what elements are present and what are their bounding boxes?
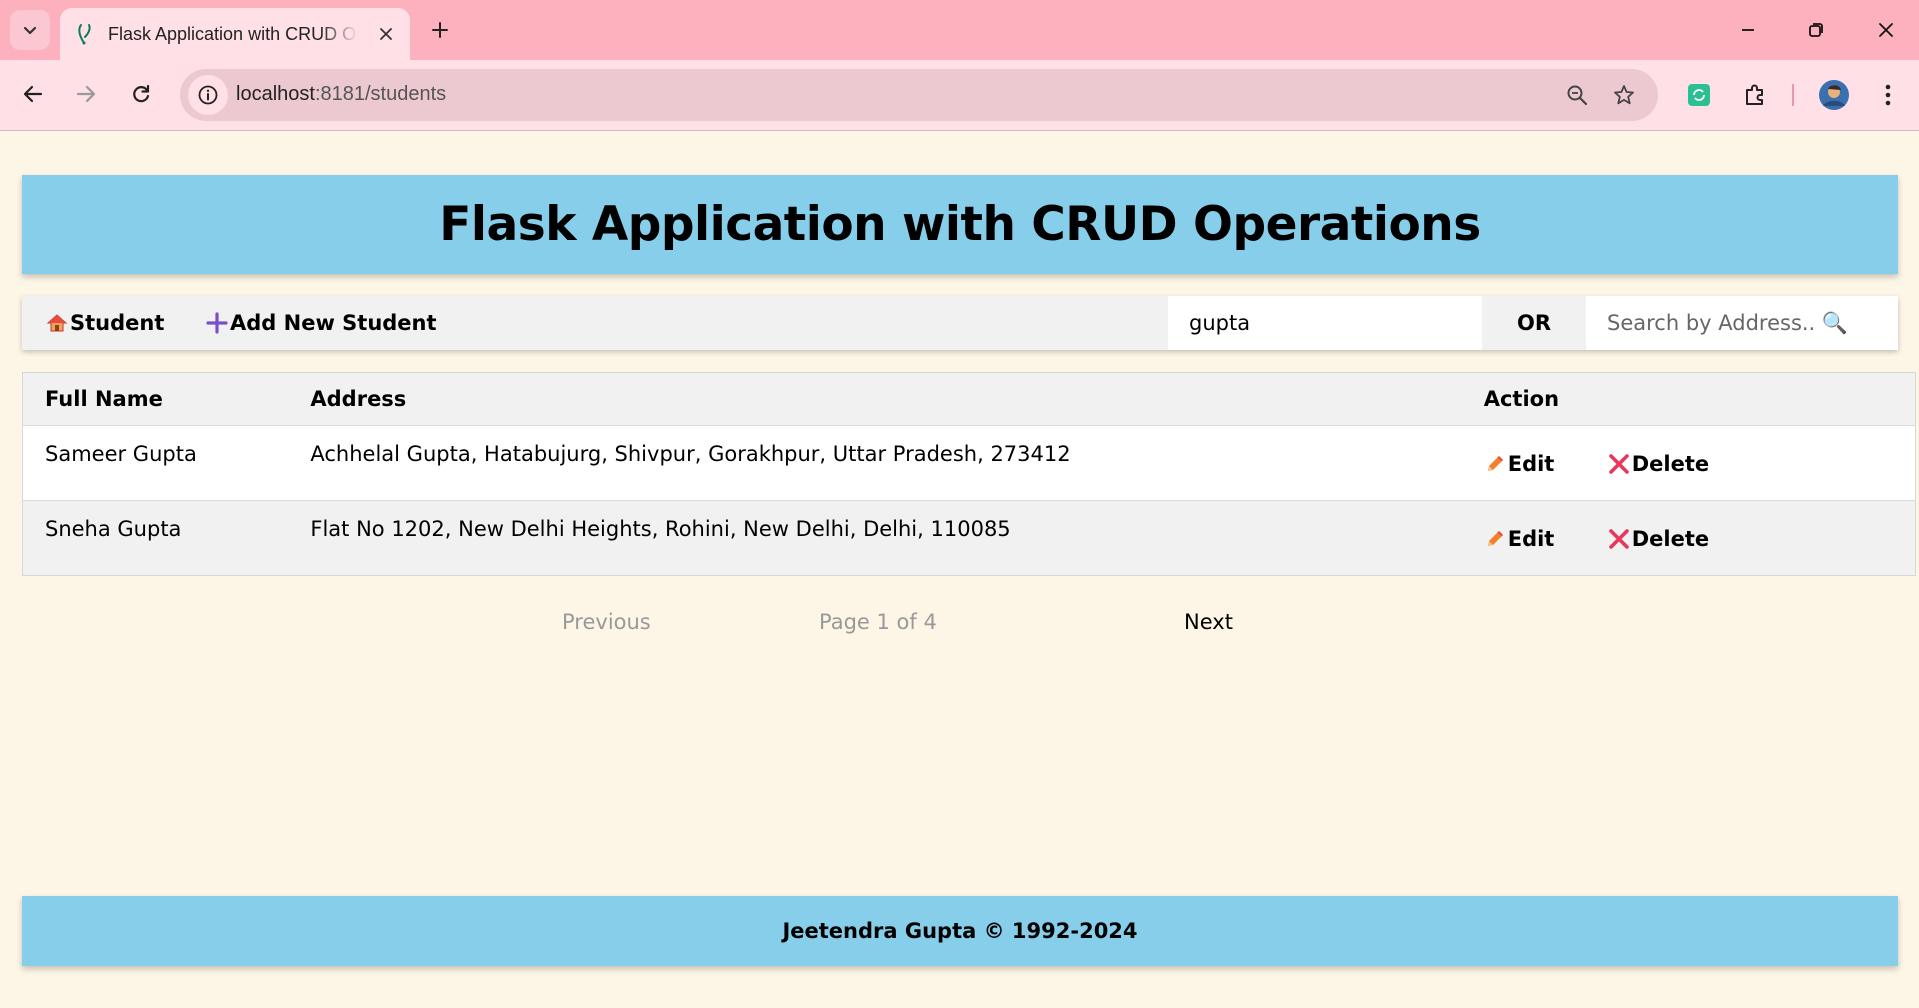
address-bar[interactable]: localhost:8181/students xyxy=(180,69,1658,121)
edit-button[interactable]: Edit xyxy=(1484,527,1555,551)
reload-button[interactable] xyxy=(121,74,161,114)
delete-label: Delete xyxy=(1631,527,1710,551)
delete-button[interactable]: Delete xyxy=(1608,527,1709,551)
page-title: Flask Application with CRUD Operations xyxy=(439,197,1481,252)
pencil-icon xyxy=(1484,453,1506,475)
minimize-icon xyxy=(1742,29,1754,31)
edit-button[interactable]: Edit xyxy=(1484,452,1555,476)
action-cell: Edit Delete xyxy=(1461,425,1916,501)
or-label: OR xyxy=(1516,311,1552,335)
table-row: Sameer Gupta Achhelal Gupta, Hatabujurg,… xyxy=(22,425,1916,501)
restore-button[interactable] xyxy=(1788,8,1844,52)
browser-tab-active[interactable]: Flask Application with CRUD Operations xyxy=(60,8,410,60)
column-header-action: Action xyxy=(1461,372,1916,426)
site-info-button[interactable] xyxy=(188,75,228,115)
zoom-icon[interactable] xyxy=(1561,79,1593,111)
extension-sync-icon[interactable] xyxy=(1681,77,1717,113)
edit-label: Edit xyxy=(1507,452,1555,476)
edit-label: Edit xyxy=(1507,527,1555,551)
tab-close-icon[interactable] xyxy=(374,22,398,46)
cross-mark-icon xyxy=(1608,453,1630,475)
url-text[interactable]: localhost:8181/students xyxy=(236,83,446,106)
search-address-input[interactable] xyxy=(1586,296,1898,350)
minimize-button[interactable] xyxy=(1720,8,1776,52)
tab-title: Flask Application with CRUD Operations xyxy=(108,23,358,44)
action-cell: Edit Delete xyxy=(1461,500,1916,576)
house-icon xyxy=(46,312,68,334)
pencil-icon xyxy=(1484,528,1506,550)
footer-text: Jeetendra Gupta © 1992-2024 xyxy=(782,919,1138,943)
menu-kebab-icon[interactable] xyxy=(1870,77,1906,113)
next-page-link[interactable]: Next xyxy=(1184,610,1233,634)
plus-icon xyxy=(432,22,448,38)
full-name-cell: Sameer Gupta xyxy=(22,425,289,501)
plus-icon xyxy=(206,312,228,334)
back-button[interactable] xyxy=(13,74,53,114)
tab-search-button[interactable] xyxy=(10,10,50,50)
close-window-button[interactable] xyxy=(1858,8,1914,52)
page-info: Page 1 of 4 xyxy=(819,610,937,634)
browser-toolbar: localhost:8181/students xyxy=(0,60,1919,131)
delete-label: Delete xyxy=(1631,452,1710,476)
column-header-full-name: Full Name xyxy=(22,372,289,426)
page-footer: Jeetendra Gupta © 1992-2024 xyxy=(22,896,1898,966)
nav-student-link[interactable]: Student xyxy=(46,296,164,350)
nav-add-student-link[interactable]: Add New Student xyxy=(206,296,437,350)
browser-tabstrip: Flask Application with CRUD Operations xyxy=(0,0,1919,60)
table-header-row: Full Name Address Action xyxy=(22,372,1916,426)
full-name-cell: Sneha Gupta xyxy=(22,500,289,576)
profile-avatar[interactable] xyxy=(1816,77,1852,113)
arrow-right-icon xyxy=(76,85,96,103)
bookmark-star-icon[interactable] xyxy=(1608,79,1640,111)
close-icon xyxy=(1879,23,1893,37)
toolbar-divider xyxy=(1792,84,1794,106)
info-icon xyxy=(198,85,218,105)
flask-favicon-icon xyxy=(74,23,96,45)
extensions-puzzle-icon[interactable] xyxy=(1737,77,1773,113)
url-path: :8181/students xyxy=(314,83,447,105)
students-table: Full Name Address Action Sameer Gupta Ac… xyxy=(22,372,1916,576)
delete-button[interactable]: Delete xyxy=(1608,452,1709,476)
previous-page-link[interactable]: Previous xyxy=(562,610,651,634)
forward-button[interactable] xyxy=(66,74,106,114)
new-tab-button[interactable] xyxy=(424,14,456,46)
chevron-down-icon xyxy=(23,26,37,35)
nav-student-label: Student xyxy=(70,311,165,335)
cross-mark-icon xyxy=(1608,528,1630,550)
nav-add-student-label: Add New Student xyxy=(230,311,437,335)
address-cell: Flat No 1202, New Delhi Heights, Rohini,… xyxy=(288,500,1462,576)
table-row: Sneha Gupta Flat No 1202, New Delhi Heig… xyxy=(22,500,1916,576)
column-header-address: Address xyxy=(288,372,1462,426)
arrow-left-icon xyxy=(23,85,43,103)
nav-bar: Student Add New Student OR xyxy=(22,296,1898,350)
search-name-input[interactable] xyxy=(1168,296,1482,350)
reload-icon xyxy=(133,84,150,103)
url-host: localhost xyxy=(236,83,315,105)
page-header: Flask Application with CRUD Operations xyxy=(22,175,1898,274)
address-cell: Achhelal Gupta, Hatabujurg, Shivpur, Gor… xyxy=(288,425,1462,501)
restore-icon xyxy=(1809,23,1823,37)
